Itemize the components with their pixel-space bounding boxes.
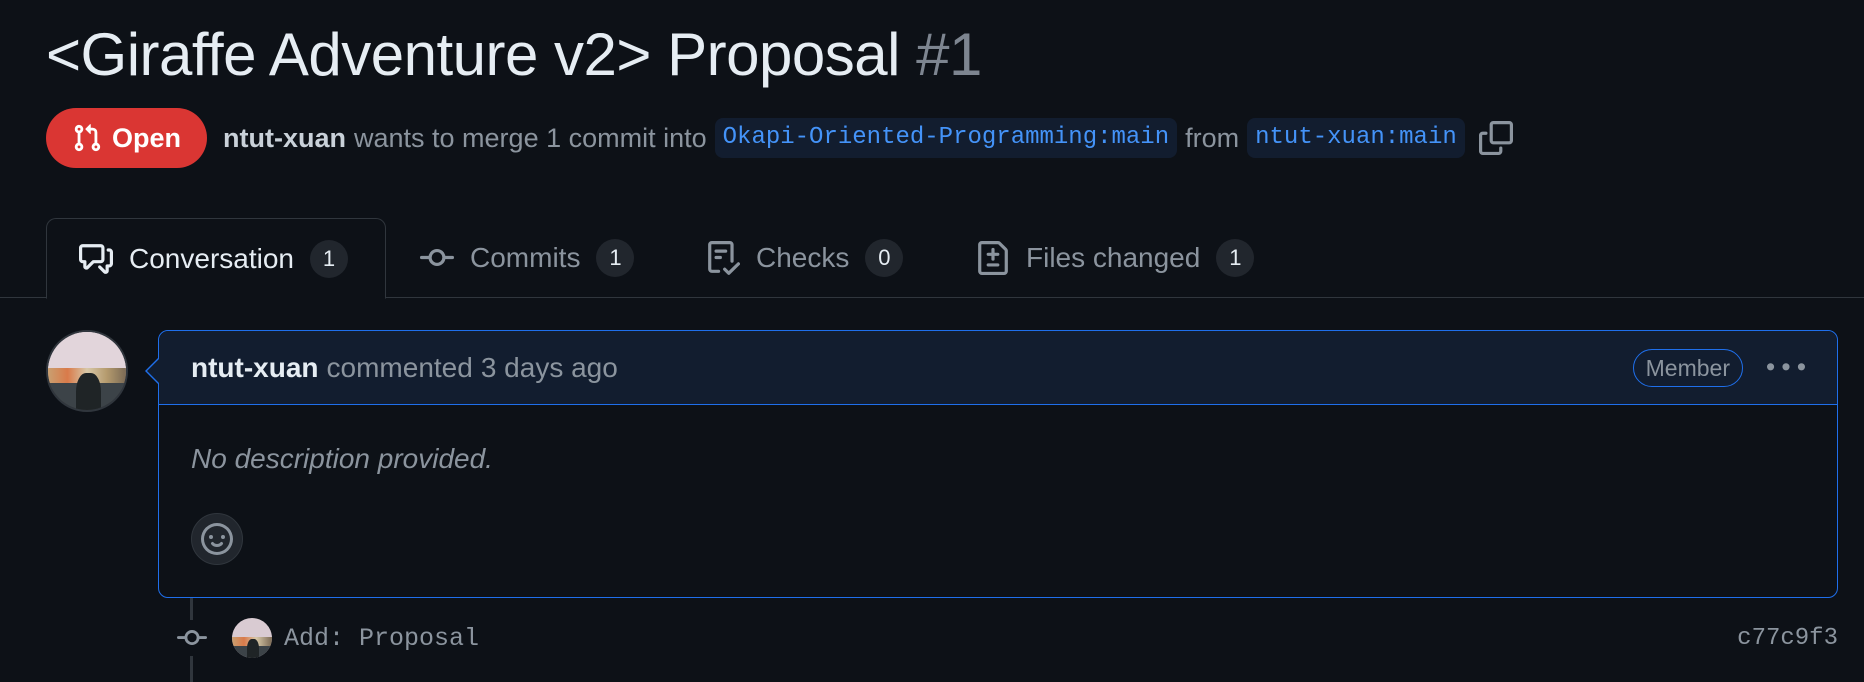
commit-author-avatar[interactable] [232, 618, 272, 658]
git-commit-icon [174, 620, 210, 656]
git-pull-request-icon [74, 124, 101, 152]
author-role-badge: Member [1632, 348, 1743, 387]
comment-discussion-icon [79, 243, 113, 274]
pull-request-page: <Giraffe Adventure v2> Proposal #1 Open … [0, 0, 1864, 682]
pr-meta: Open ntut-xuan wants to merge 1 commit i… [46, 108, 1513, 168]
tab-label: Files changed [1026, 242, 1201, 273]
avatar[interactable] [46, 330, 128, 412]
tab-files-changed[interactable]: Files changed 1 [976, 218, 1255, 298]
comment-action: commented [326, 351, 473, 383]
pr-tabs: Conversation 1 Commits 1 Checks 0 Files … [0, 218, 1864, 299]
copy-icon[interactable] [1478, 121, 1513, 155]
merge-from-text: from [1185, 122, 1240, 153]
tab-checks[interactable]: Checks 0 [706, 218, 904, 298]
checklist-icon [708, 241, 740, 275]
tab-counter: 0 [865, 239, 904, 277]
comment-timestamp[interactable]: 3 days ago [481, 352, 618, 384]
git-commit-icon [420, 248, 454, 266]
smiley-icon [201, 523, 233, 555]
file-diff-icon [978, 241, 1008, 275]
pr-state-badge: Open [46, 108, 208, 168]
merge-description: wants to merge 1 commit into [354, 122, 707, 153]
commit-sha[interactable]: c77c9f3 [1737, 625, 1838, 652]
add-reaction-button[interactable] [191, 513, 243, 565]
pr-state-label: Open [112, 122, 182, 153]
tab-label: Conversation [129, 242, 294, 274]
tab-counter: 1 [309, 239, 348, 278]
tab-counter: 1 [1216, 239, 1255, 277]
comment-header: ntut-xuan commented 3 days ago Member [159, 331, 1837, 405]
timeline-commit: Add: Proposal c77c9f3 [174, 612, 1838, 664]
tab-counter: 1 [596, 239, 635, 277]
tab-conversation[interactable]: Conversation 1 [46, 218, 386, 299]
kebab-horizontal-icon[interactable] [1767, 349, 1805, 387]
pr-title-text: <Giraffe Adventure v2> Proposal [46, 21, 900, 88]
pr-author-link[interactable]: ntut-xuan [223, 123, 346, 154]
tab-label: Checks [756, 242, 850, 273]
tab-label: Commits [470, 242, 581, 273]
comment-box: ntut-xuan commented 3 days ago Member No… [145, 330, 1838, 598]
comment-body: No description provided. [191, 443, 493, 474]
commit-message[interactable]: Add: Proposal [284, 624, 479, 653]
tab-commits[interactable]: Commits 1 [420, 218, 635, 298]
head-branch[interactable]: ntut-xuan:main [1247, 118, 1465, 158]
pr-title: <Giraffe Adventure v2> Proposal #1 [46, 18, 982, 92]
pr-number: #1 [916, 21, 982, 88]
base-branch[interactable]: Okapi-Oriented-Programming:main [714, 118, 1178, 158]
comment-author[interactable]: ntut-xuan [191, 352, 319, 384]
